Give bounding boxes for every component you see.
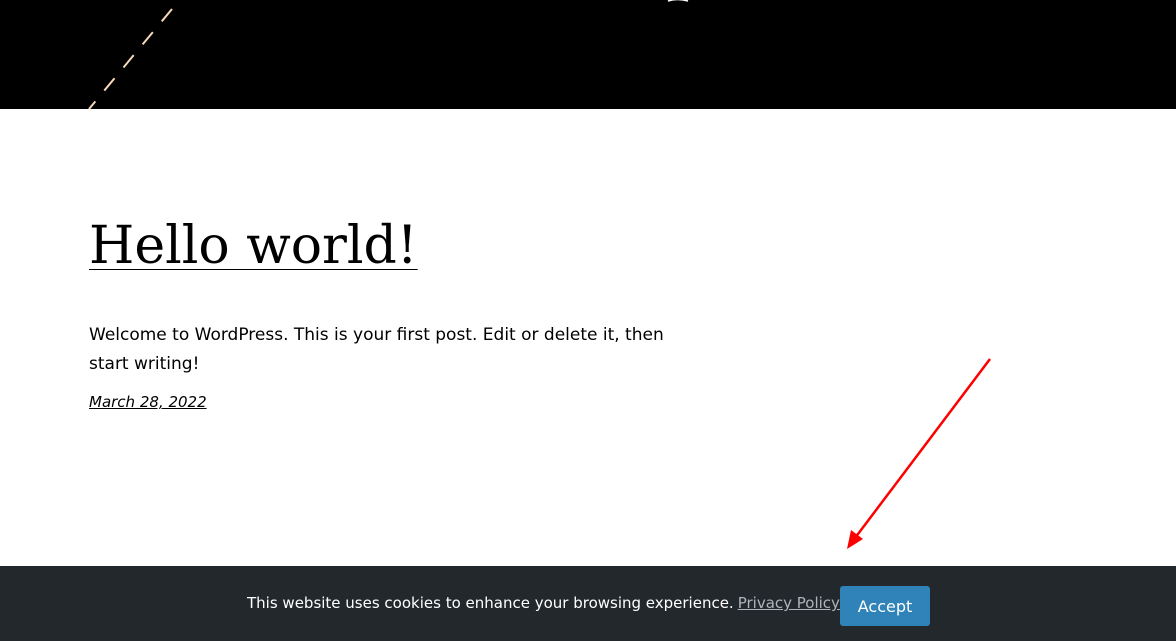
post-title-link[interactable]: Hello world! [89, 216, 418, 276]
post: Hello world! Welcome to WordPress. This … [89, 210, 709, 411]
post-excerpt: Welcome to WordPress. This is your first… [89, 325, 664, 374]
accept-cookies-button[interactable]: Accept [840, 586, 930, 626]
header-arc-decoration [667, 0, 689, 2]
dashed-line-decoration [88, 8, 173, 109]
arrow-head-icon [847, 530, 863, 549]
cookie-notice-bar: This website uses cookies to enhance you… [0, 566, 1176, 641]
cookie-notice-text: This website uses cookies to enhance you… [247, 594, 840, 612]
cookie-message: This website uses cookies to enhance you… [247, 594, 734, 612]
arrow-shaft [854, 358, 991, 539]
header-banner [0, 0, 1176, 109]
privacy-policy-link[interactable]: Privacy Policy [738, 594, 840, 612]
page: Hello world! Welcome to WordPress. This … [0, 0, 1176, 641]
post-date: March 28, 2022 [89, 393, 709, 411]
post-title: Hello world! [89, 210, 709, 282]
post-date-link[interactable]: March 28, 2022 [89, 393, 207, 411]
header-decoration [88, 0, 689, 109]
